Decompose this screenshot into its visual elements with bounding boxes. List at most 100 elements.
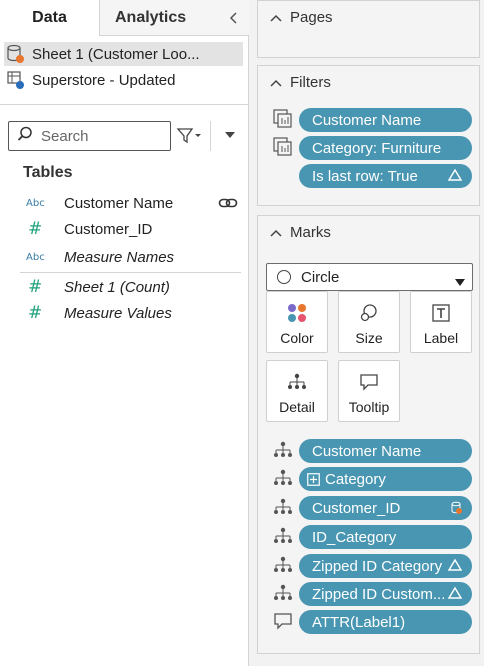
- expand-plus-icon[interactable]: [307, 472, 320, 486]
- chevron-up-icon[interactable]: [268, 226, 284, 240]
- datasource-label: Superstore - Updated: [32, 71, 176, 89]
- link-icon: [218, 196, 238, 210]
- pill-label: Customer Name: [312, 111, 422, 129]
- field-customer-id[interactable]: # Customer_ID: [20, 217, 240, 241]
- pill-label: Zipped ID Custom...: [312, 585, 446, 603]
- table-calc-delta-icon: [447, 558, 463, 572]
- label-button[interactable]: Label: [410, 291, 472, 353]
- detail-button[interactable]: Detail: [266, 360, 328, 422]
- string-type-icon: Abc: [26, 251, 45, 263]
- datasource-label: Sheet 1 (Customer Loo...: [32, 45, 200, 63]
- divider: [0, 104, 249, 105]
- card-title: Pages: [290, 9, 333, 26]
- pill-label: ID_Category: [312, 528, 397, 546]
- field-label: Measure Names: [64, 248, 175, 266]
- number-type-icon: #: [28, 219, 43, 239]
- filters-header[interactable]: Filters: [268, 74, 331, 91]
- field-customer-name[interactable]: Abc Customer Name: [20, 191, 240, 215]
- toolbar-separator: [210, 121, 211, 151]
- color-button[interactable]: Color: [266, 291, 328, 353]
- search-input[interactable]: [41, 127, 161, 145]
- pill-label: Category: Furniture: [312, 139, 442, 157]
- detail-icon: [272, 582, 294, 604]
- filter-pill-is-last-row[interactable]: Is last row: True: [299, 164, 472, 188]
- mark-type-value: Circle: [301, 268, 340, 286]
- datasource-badge-icon: [450, 501, 464, 515]
- tooltip-button[interactable]: Tooltip: [338, 360, 400, 422]
- marks-pill-category[interactable]: Category: [299, 467, 472, 491]
- pill-label: Customer_ID: [312, 499, 401, 517]
- table-calc-delta-icon: [447, 586, 463, 600]
- detail-icon: [272, 467, 294, 489]
- context-filter-icon: [272, 108, 294, 130]
- card-title: Filters: [290, 74, 331, 91]
- pages-card[interactable]: Pages: [257, 0, 480, 58]
- detail-icon: [272, 496, 294, 518]
- pill-label: Is last row: True: [312, 167, 418, 185]
- datasource-published-icon: [6, 70, 28, 90]
- chevron-up-icon[interactable]: [268, 76, 284, 90]
- marks-pill-id-category[interactable]: ID_Category: [299, 525, 472, 549]
- field-label: Measure Values: [64, 304, 172, 322]
- chevron-up-icon[interactable]: [268, 11, 284, 25]
- tab-data[interactable]: Data: [0, 0, 100, 36]
- mark-type-select[interactable]: Circle: [266, 263, 473, 291]
- marks-card[interactable]: Marks Circle Color Size Label Detail Too…: [257, 215, 480, 654]
- funnel-icon: [176, 128, 201, 144]
- number-type-icon: #: [28, 277, 43, 297]
- pill-label: Zipped ID Category: [312, 557, 443, 575]
- search-field[interactable]: [8, 121, 171, 151]
- field-label: Customer_ID: [64, 220, 153, 238]
- card-title: Marks: [290, 224, 331, 241]
- shelves-pane: Pages Filters Customer Name Category: Fu…: [249, 0, 484, 666]
- pages-header[interactable]: Pages: [268, 9, 333, 26]
- marks-pill-zipped-id-category[interactable]: Zipped ID Category: [299, 554, 472, 578]
- label-text-icon: [430, 302, 452, 324]
- pane-tabs: Data Analytics: [0, 0, 249, 36]
- filter-pill-category[interactable]: Category: Furniture: [299, 136, 472, 160]
- dimension-measure-divider: [20, 272, 241, 273]
- string-type-icon: Abc: [26, 197, 45, 209]
- tooltip-icon: [272, 610, 294, 632]
- button-label: Color: [280, 330, 314, 346]
- datasource-superstore[interactable]: Superstore - Updated: [4, 68, 243, 92]
- data-pane-menu-icon[interactable]: [222, 127, 238, 143]
- filter-pill-customer-name[interactable]: Customer Name: [299, 108, 472, 132]
- button-label: Detail: [279, 399, 315, 415]
- pill-label: Customer Name: [312, 442, 422, 460]
- search-icon: [17, 126, 33, 147]
- marks-pill-customer-name[interactable]: Customer Name: [299, 439, 472, 463]
- button-label: Label: [423, 330, 459, 346]
- tables-heading: Tables: [23, 164, 73, 181]
- field-sheet1-count[interactable]: # Sheet 1 (Count): [20, 275, 240, 299]
- filter-fields-button[interactable]: [176, 125, 204, 147]
- button-label: Tooltip: [348, 399, 390, 415]
- field-measure-values[interactable]: # Measure Values: [20, 301, 240, 325]
- marks-pill-customer-id[interactable]: Customer_ID: [299, 496, 472, 520]
- size-button[interactable]: Size: [338, 291, 400, 353]
- color-palette-icon: [286, 302, 308, 324]
- collapse-pane-icon[interactable]: [227, 10, 241, 26]
- pill-label: ATTR(Label1): [312, 613, 406, 631]
- field-measure-names[interactable]: Abc Measure Names: [20, 245, 240, 269]
- number-type-icon: #: [28, 303, 43, 323]
- pill-label: Category: [325, 470, 386, 488]
- circle-mark-icon: [277, 270, 291, 284]
- field-label: Sheet 1 (Count): [64, 278, 170, 296]
- size-icon: [358, 302, 380, 324]
- field-label: Customer Name: [64, 194, 174, 212]
- marks-header[interactable]: Marks: [268, 224, 331, 241]
- tooltip-bubble-icon: [358, 371, 380, 393]
- dropdown-arrow-icon: [455, 274, 465, 286]
- detail-hierarchy-icon: [286, 371, 308, 393]
- context-filter-icon: [272, 136, 294, 158]
- table-calc-delta-icon: [447, 168, 463, 182]
- datasource-sheet1[interactable]: Sheet 1 (Customer Loo...: [4, 42, 243, 66]
- marks-pill-zipped-id-customer[interactable]: Zipped ID Custom...: [299, 582, 472, 606]
- datasource-cylinder-icon: [6, 44, 28, 64]
- detail-icon: [272, 439, 294, 461]
- marks-pill-attr-label1[interactable]: ATTR(Label1): [299, 610, 472, 634]
- filters-card[interactable]: Filters Customer Name Category: Furnitur…: [257, 65, 480, 206]
- button-label: Size: [355, 330, 383, 346]
- data-pane: Data Analytics Sheet 1 (Customer Loo... …: [0, 0, 249, 666]
